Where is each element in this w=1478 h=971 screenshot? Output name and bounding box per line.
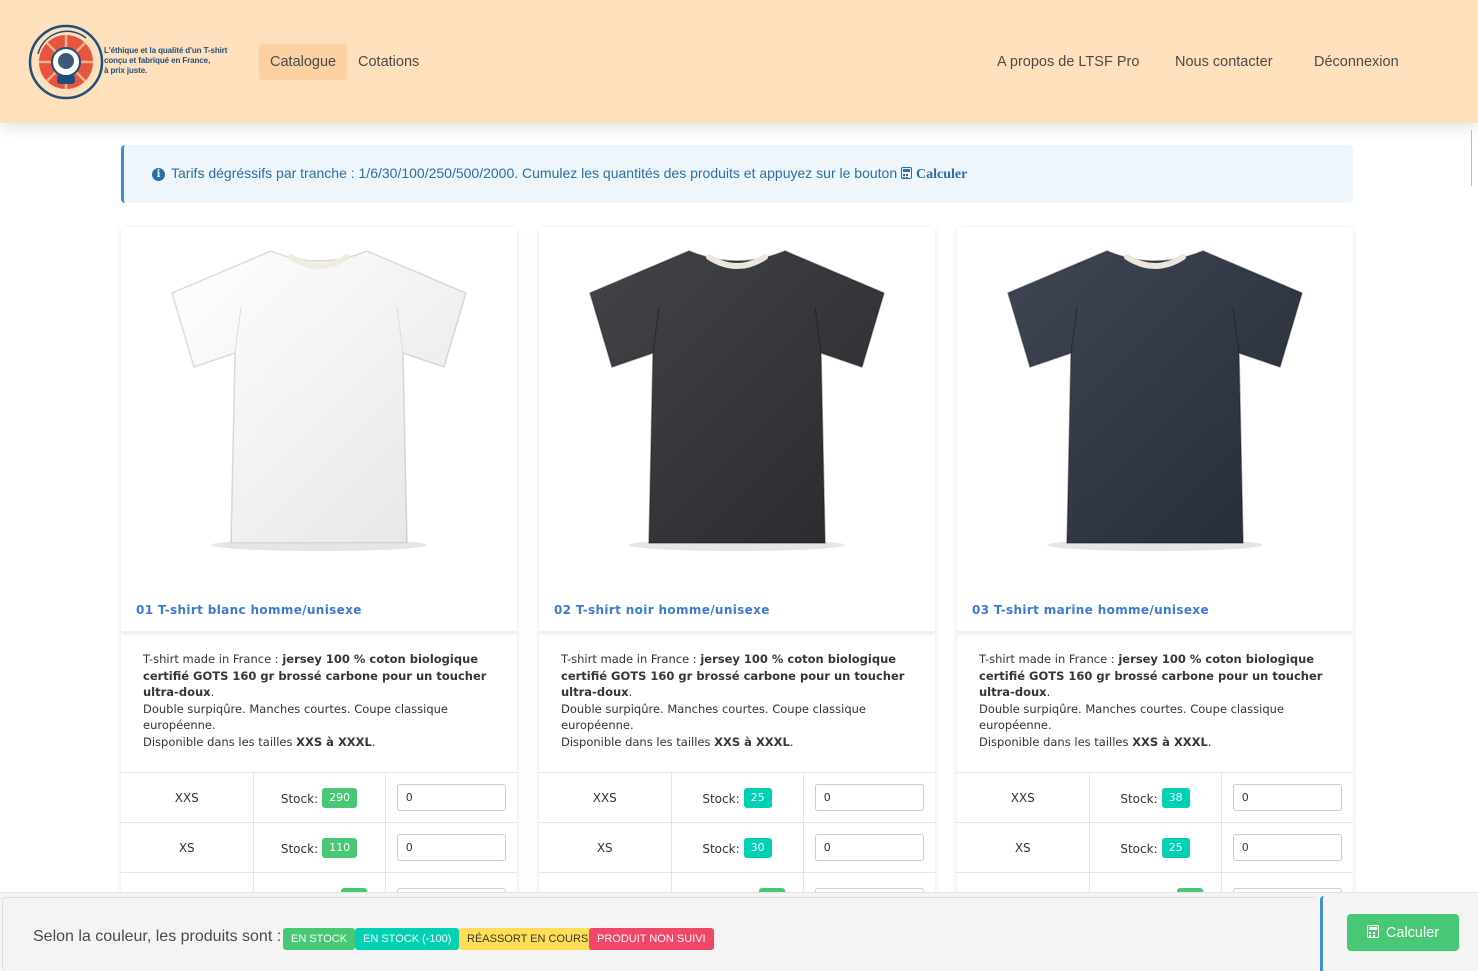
tshirt-image[interactable] [957, 227, 1353, 583]
nav-catalogue[interactable]: Catalogue [259, 44, 348, 80]
tshirt-image[interactable] [539, 227, 935, 583]
tshirt-image[interactable] [121, 227, 517, 583]
card-divider [121, 627, 517, 632]
size-stock-table: XXS Stock:25 XS Stock:30 [539, 772, 935, 907]
quantity-cell [1220, 772, 1353, 823]
quantity-cell [802, 822, 935, 873]
size-label: XXS [539, 772, 671, 823]
size-label: XS [539, 822, 671, 873]
stock-badge: 25 [743, 787, 772, 808]
product-description: T-shirt made in France : jersey 100 % co… [143, 652, 487, 749]
size-stock-table: XXS Stock:290 XS Stock:110 [121, 772, 517, 907]
quantity-input[interactable] [814, 784, 924, 811]
size-label: XXS [957, 772, 1089, 823]
stock-cell: Stock: 25 [1088, 822, 1221, 873]
product-title[interactable]: 02 T-shirt noir homme/unisexe [554, 603, 770, 617]
legend-label: Selon la couleur, les produits sont : [33, 928, 282, 945]
legend-tag-not-followed: PRODUIT NON SUIVI [589, 928, 714, 950]
notice-text: Tarifs dégréssifs par tranche : 1/6/30/1… [171, 165, 898, 181]
brand-logo[interactable]: L'éthique et la qualité d'un T-shirt con… [28, 20, 238, 104]
product-title[interactable]: 03 T-shirt marine homme/unisexe [972, 603, 1209, 617]
size-row: XS Stock: 25 [957, 822, 1353, 873]
stock-badge: 25 [1161, 837, 1190, 858]
stock-badge: 38 [1161, 787, 1190, 808]
legend-tag-in-stock: EN STOCK [283, 928, 356, 950]
size-row: XXS Stock: 25 [539, 772, 935, 823]
card-divider [957, 627, 1353, 632]
size-row: XS Stock: 110 [121, 822, 517, 873]
quantity-input[interactable] [396, 834, 506, 861]
bottom-bar: Selon la couleur, les produits sont : EN… [0, 892, 1478, 971]
product-card: 03 T-shirt marine homme/unisexe T-shirt … [957, 227, 1353, 907]
stock-legend: Selon la couleur, les produits sont : EN… [2, 897, 1316, 971]
quantity-input[interactable] [1232, 784, 1342, 811]
quantity-cell [384, 822, 517, 873]
top-navbar: L'éthique et la qualité d'un T-shirt con… [0, 0, 1478, 123]
nav-contact[interactable]: Nous contacter [1164, 44, 1284, 80]
quantity-cell [802, 772, 935, 823]
card-divider [539, 627, 935, 632]
stock-badge: 30 [743, 837, 772, 858]
size-row: XXS Stock: 38 [957, 772, 1353, 823]
nav-logout[interactable]: Déconnexion [1303, 44, 1410, 80]
stock-cell: Stock: 110 [252, 822, 385, 873]
size-stock-table: XXS Stock:38 XS Stock:25 [957, 772, 1353, 907]
legend-tag-restock: RÉASSORT EN COURS [459, 928, 597, 950]
nav-about[interactable]: A propos de LTSF Pro [986, 44, 1150, 80]
size-label: XS [957, 822, 1089, 873]
quantity-cell [1220, 822, 1353, 873]
nav-cotations[interactable]: Cotations [347, 44, 430, 80]
astronaut-badge-icon [28, 24, 104, 100]
legend-tag-in-stock-low: EN STOCK (-100) [355, 928, 460, 950]
quantity-input[interactable] [1232, 834, 1342, 861]
notice-calculer-link[interactable]: Calculer [901, 167, 967, 182]
product-card: 02 T-shirt noir homme/unisexe T-shirt ma… [539, 227, 935, 907]
calculate-panel: Calculer [1320, 896, 1478, 971]
stock-badge: 110 [322, 837, 358, 858]
size-label: XXS [121, 772, 253, 823]
quantity-cell [384, 772, 517, 823]
product-title[interactable]: 01 T-shirt blanc homme/unisexe [136, 603, 362, 617]
calculator-icon [901, 167, 913, 179]
size-row: XXS Stock: 290 [121, 772, 517, 823]
product-description: T-shirt made in France : jersey 100 % co… [979, 652, 1323, 749]
stock-badge: 290 [322, 787, 358, 808]
calculator-icon [1366, 924, 1379, 938]
quantity-input[interactable] [396, 784, 506, 811]
stock-cell: Stock: 30 [670, 822, 803, 873]
quantity-input[interactable] [814, 834, 924, 861]
scrollbar-edge[interactable] [1471, 130, 1472, 186]
product-card: 01 T-shirt blanc homme/unisexe T-shirt m… [121, 227, 517, 907]
pricing-notice: i Tarifs dégréssifs par tranche : 1/6/30/… [121, 145, 1353, 203]
calculate-button[interactable]: Calculer [1347, 914, 1459, 951]
stock-cell: Stock: 38 [1088, 772, 1221, 823]
size-row: XS Stock: 30 [539, 822, 935, 873]
info-icon: i [152, 168, 165, 181]
stock-cell: Stock: 290 [252, 772, 385, 823]
size-label: XS [121, 822, 253, 873]
stock-cell: Stock: 25 [670, 772, 803, 823]
product-description: T-shirt made in France : jersey 100 % co… [561, 652, 905, 749]
brand-tagline: L'éthique et la qualité d'un T-shirt con… [104, 46, 228, 75]
